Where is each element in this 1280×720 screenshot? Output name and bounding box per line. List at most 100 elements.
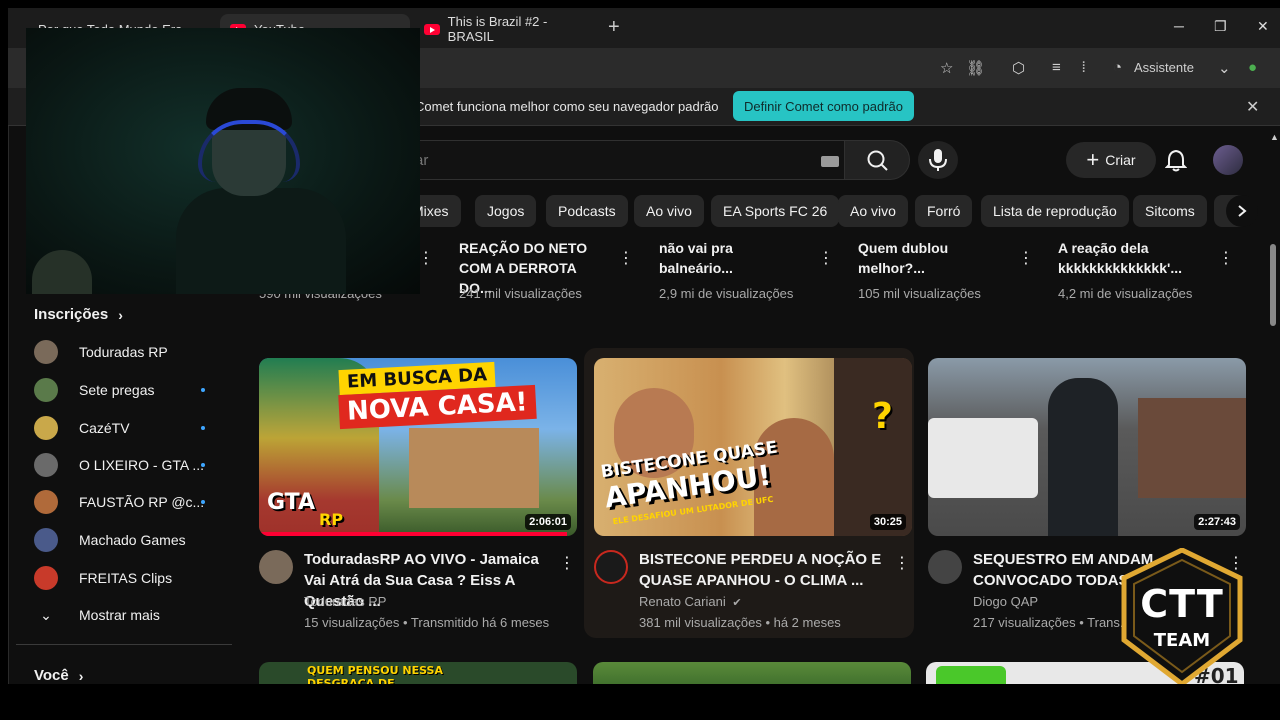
- chevron-right-icon: ›: [78, 667, 84, 684]
- video-stats: 381 mil visualizações • há 2 meses: [639, 615, 841, 630]
- search-icon: [867, 150, 888, 171]
- microphone-icon: [929, 149, 947, 171]
- chip-ao-vivo-2[interactable]: Ao vivo: [838, 195, 908, 227]
- channel-avatar[interactable]: [594, 550, 628, 584]
- you-heading[interactable]: Você ›: [34, 667, 83, 684]
- keyboard-icon[interactable]: [821, 156, 839, 167]
- video-views: 2,9 mi de visualizações: [659, 286, 794, 301]
- scroll-up-icon[interactable]: ▲: [1270, 132, 1280, 146]
- channel-avatar[interactable]: [928, 550, 962, 584]
- browser-window: Por que Todo Mundo Era... YouTube This i…: [8, 8, 1280, 684]
- youtube-favicon-icon: [424, 23, 440, 35]
- sidebar-item-freitas[interactable]: FREITAS Clips: [34, 561, 226, 595]
- video-thumbnail[interactable]: BISTECONE QUASE APANHOU! ELE DESAFIOU UM…: [594, 358, 912, 536]
- create-button[interactable]: + Criar: [1066, 142, 1156, 178]
- assistant-button[interactable]: Assistente: [1134, 60, 1194, 75]
- webcam-overlay: [26, 28, 420, 294]
- sidebar-item-lixeiro[interactable]: O LIXEIRO - GTA ...: [34, 448, 226, 482]
- video-stats: 15 visualizações • Transmitido há 6 mese…: [304, 615, 550, 630]
- more-options-icon[interactable]: ⋮: [894, 553, 910, 573]
- channel-name[interactable]: Renato Cariani ✔: [639, 594, 742, 609]
- sidebar: Inscrições › Toduradas RP Sete pregas Ca…: [12, 296, 232, 684]
- notifications-button[interactable]: [1158, 142, 1194, 178]
- chip-ao-vivo[interactable]: Ao vivo: [634, 195, 704, 227]
- more-options-icon[interactable]: ⋮: [1218, 248, 1234, 268]
- set-default-button[interactable]: Definir Comet como padrão: [733, 91, 914, 121]
- sidebar-item-machado[interactable]: Machado Games: [34, 523, 226, 557]
- chip-ea-sports[interactable]: EA Sports FC 26: [711, 195, 840, 227]
- profile-icon[interactable]: ●: [1248, 59, 1257, 76]
- search-input[interactable]: [413, 141, 793, 179]
- channel-avatar: [34, 378, 58, 402]
- channel-avatar: [34, 528, 58, 552]
- extensions-icon[interactable]: ⬡: [1012, 59, 1025, 77]
- video-thumbnail[interactable]: QUEM PENSOU NESSA DESGRAÇA DE FILME???: [259, 662, 577, 684]
- scrollbar-thumb[interactable]: [1270, 244, 1276, 326]
- video-title[interactable]: BISTECONE PERDEU A NOÇÃO E QUASE APANHOU…: [639, 549, 889, 591]
- new-tab-button[interactable]: +: [608, 16, 620, 39]
- sidebar-item-toduradas[interactable]: Toduradas RP: [34, 335, 226, 369]
- sidebar-item-faustao[interactable]: FAUSTÃO RP @c...: [34, 485, 226, 519]
- channel-name-label: Renato Cariani: [639, 594, 726, 609]
- channel-name[interactable]: Diogo QAP: [973, 594, 1038, 609]
- search-button[interactable]: [844, 140, 910, 180]
- police-car-shape: [928, 418, 1038, 498]
- duration-badge: 2:27:43: [1194, 514, 1240, 530]
- assistant-icon: ◔: [1113, 59, 1123, 76]
- new-content-dot: [201, 426, 205, 430]
- sidebar-item-sete-pregas[interactable]: Sete pregas: [34, 373, 226, 407]
- chip-podcasts[interactable]: Podcasts: [546, 195, 628, 227]
- chevron-down-icon[interactable]: ⌄: [1218, 59, 1231, 77]
- video-views: 105 mil visualizações: [858, 286, 981, 301]
- share-link-icon[interactable]: ⛓: [966, 59, 985, 77]
- chevron-right-icon: ›: [118, 306, 123, 323]
- channel-avatar[interactable]: [259, 550, 293, 584]
- show-more-button[interactable]: ⌄ Mostrar mais: [34, 598, 226, 632]
- audio-wave-icon[interactable]: ⦙: [1082, 59, 1085, 76]
- channel-avatar: [34, 416, 58, 440]
- chips-next-button[interactable]: [1226, 195, 1258, 227]
- video-title[interactable]: Quem dublou melhor?...: [858, 238, 1008, 278]
- chip-forro[interactable]: Forró: [915, 195, 973, 227]
- reader-icon[interactable]: ≡: [1052, 59, 1061, 76]
- ctt-team-watermark: CTT TEAM: [1116, 547, 1248, 684]
- video-card[interactable]: EM BUSCA DA NOVA CASA! GTA RP 2:06:01 To…: [249, 348, 579, 638]
- video-thumbnail[interactable]: [593, 662, 911, 684]
- tab-brazil[interactable]: This is Brazil #2 - BRASIL: [414, 14, 604, 44]
- thumb-text: QUEM PENSOU NESSA DESGRAÇA DE FILME???: [307, 664, 443, 684]
- watermark-line2: TEAM: [1153, 630, 1211, 651]
- search-box[interactable]: [412, 140, 852, 180]
- more-options-icon[interactable]: ⋮: [818, 248, 834, 268]
- channel-name[interactable]: Toduradas RP: [304, 594, 386, 609]
- infobar-message: Comet funciona melhor como seu navegador…: [415, 99, 719, 114]
- video-thumbnail[interactable]: 2:27:43: [928, 358, 1246, 536]
- chip-lista[interactable]: Lista de reprodução: [981, 195, 1129, 227]
- more-options-icon[interactable]: ⋮: [418, 248, 434, 268]
- close-window-icon[interactable]: ✕: [1257, 18, 1269, 35]
- video-thumbnail[interactable]: EM BUSCA DA NOVA CASA! GTA RP 2:06:01: [259, 358, 577, 536]
- sidebar-item-label: Machado Games: [79, 532, 186, 548]
- filter-chips: Mixes Jogos Podcasts Ao vivo EA Sports F…: [400, 195, 1246, 229]
- video-title[interactable]: A reação dela kkkkkkkkkkkkkk'...: [1058, 238, 1218, 278]
- video-card[interactable]: BISTECONE QUASE APANHOU! ELE DESAFIOU UM…: [584, 348, 914, 638]
- bottom-letterbox: [0, 684, 1280, 720]
- chevron-down-icon: ⌄: [40, 606, 52, 623]
- more-options-icon[interactable]: ⋮: [1018, 248, 1034, 268]
- more-options-icon[interactable]: ⋮: [618, 248, 634, 268]
- chip-sitcoms[interactable]: Sitcoms: [1133, 195, 1207, 227]
- sidebar-item-label: Sete pregas: [79, 382, 155, 398]
- new-content-dot: [201, 463, 205, 467]
- video-title[interactable]: não vai pra balneário...: [659, 238, 809, 278]
- restore-icon[interactable]: ❐: [1214, 18, 1227, 35]
- more-options-icon[interactable]: ⋮: [559, 553, 575, 573]
- bookmark-star-icon[interactable]: ☆: [940, 59, 953, 77]
- verified-icon: ✔: [732, 597, 742, 609]
- sidebar-item-cazetv[interactable]: CazéTV: [34, 411, 226, 445]
- close-infobar-icon[interactable]: ✕: [1246, 97, 1259, 117]
- minimize-icon[interactable]: ─: [1174, 18, 1184, 34]
- voice-search-button[interactable]: [918, 141, 958, 179]
- account-avatar[interactable]: [1213, 145, 1243, 175]
- sidebar-item-label: O LIXEIRO - GTA ...: [79, 457, 204, 473]
- subscriptions-heading[interactable]: Inscrições ›: [34, 306, 123, 323]
- chip-jogos[interactable]: Jogos: [475, 195, 537, 227]
